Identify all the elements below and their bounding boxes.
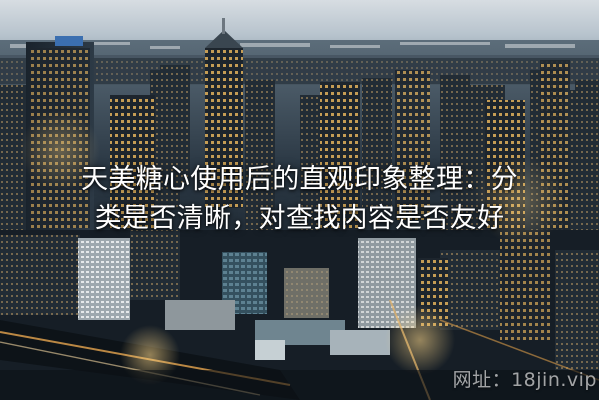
article-headline: 天美糖心使用后的直观印象整理：分 类是否清晰，对查找内容是否友好 [6,160,593,238]
headline-line-1: 天美糖心使用后的直观印象整理：分 [81,164,518,195]
city-aerial-image: 天美糖心使用后的直观印象整理：分 类是否清晰，对查找内容是否友好 网址：18ji… [0,0,599,400]
site-watermark: 网址：18jin.vip [452,369,597,391]
headline-line-2: 类是否清晰，对查找内容是否友好 [94,203,505,234]
